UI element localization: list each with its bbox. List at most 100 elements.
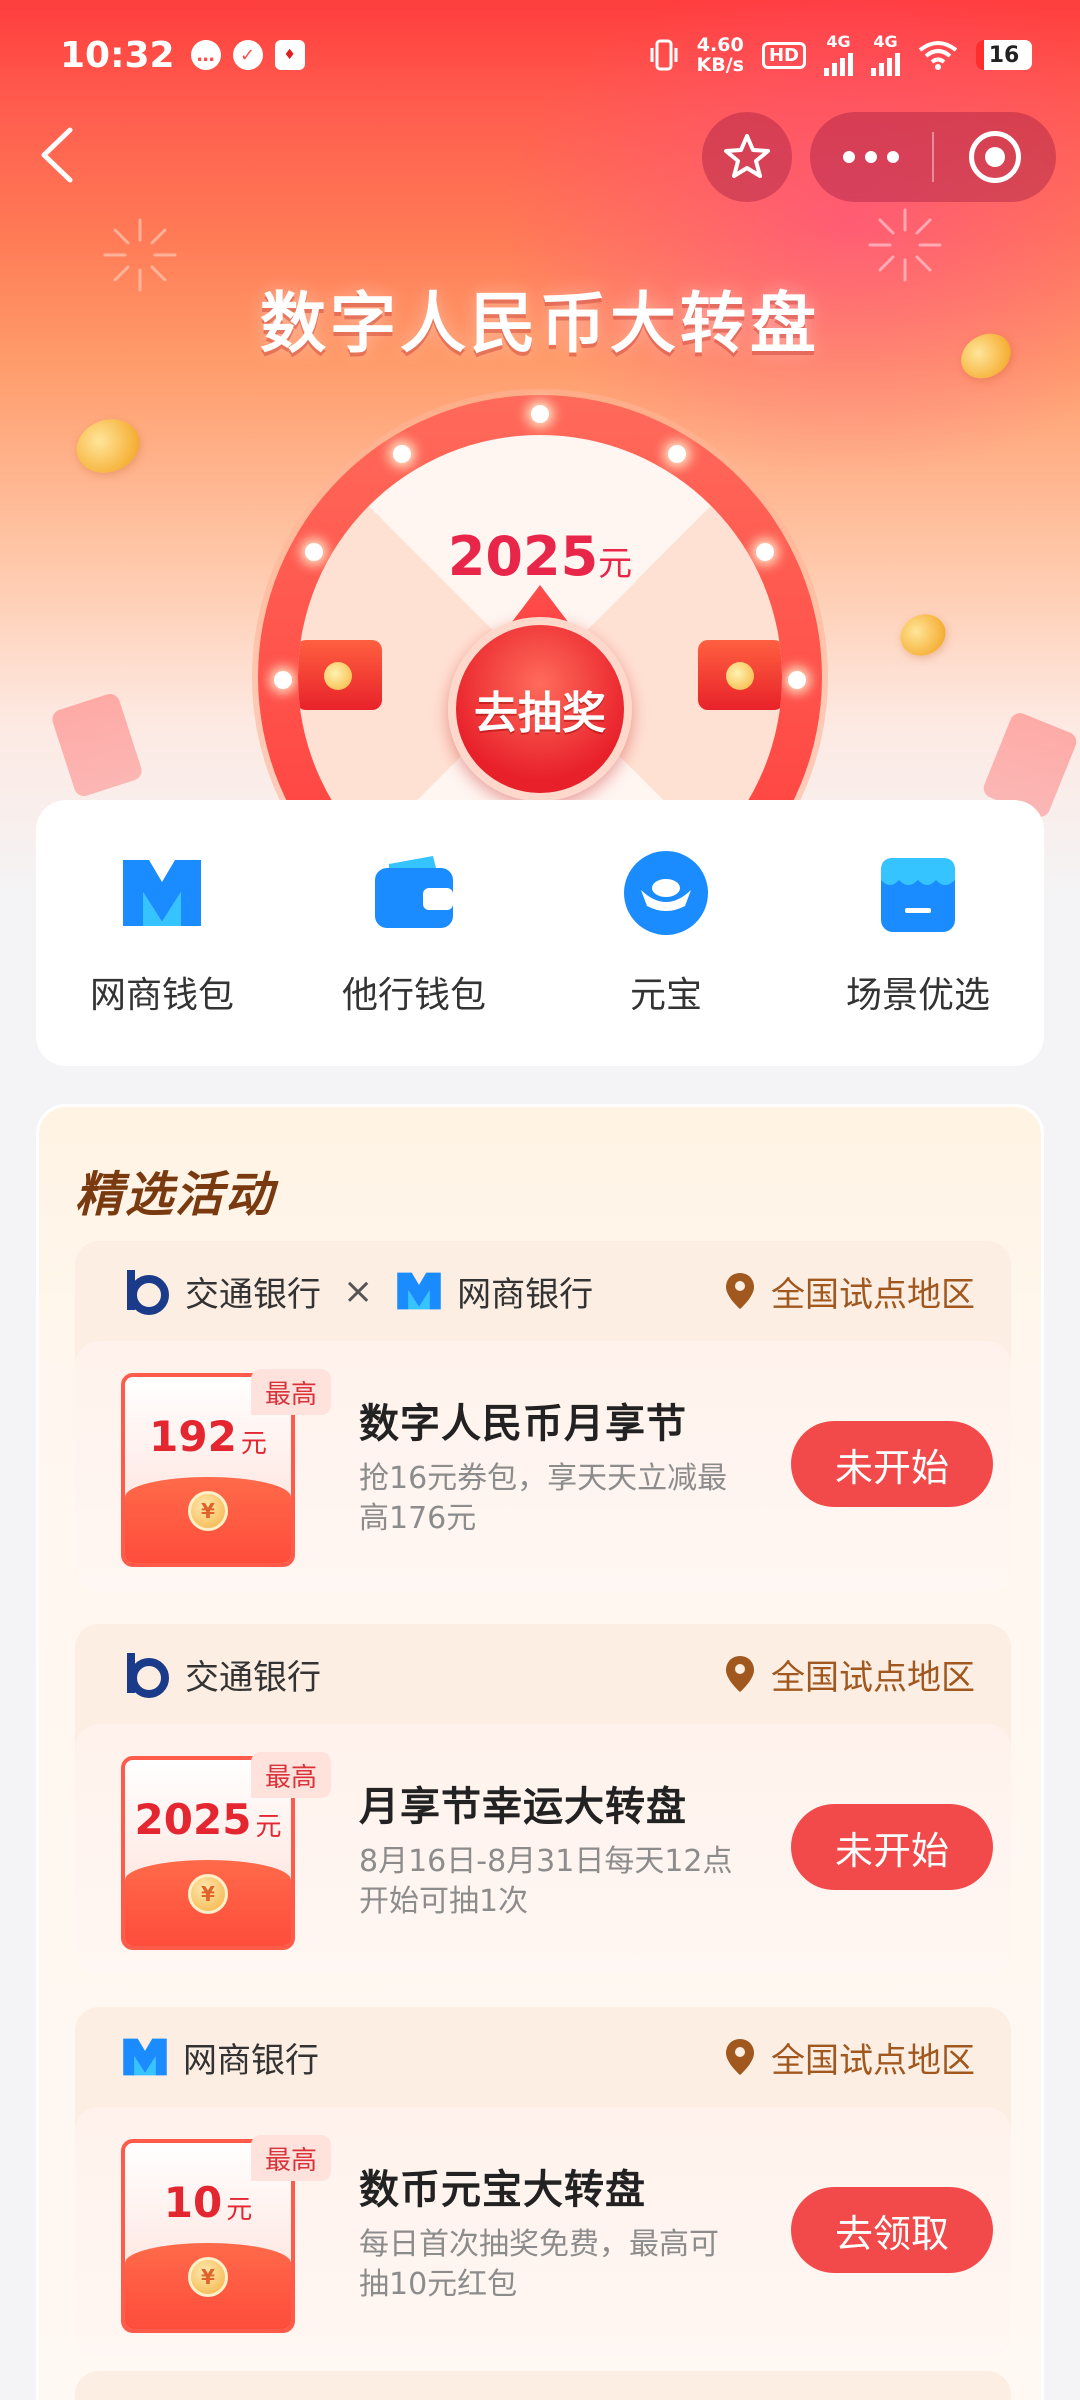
store-icon	[881, 858, 955, 932]
activity-card[interactable]: 交通银行 × 网商银行 全国试点地区 192 元 ¥ 最高 数字人民币月享节 抢…	[75, 1241, 1011, 1591]
amount-unit: 元	[240, 1428, 267, 1459]
ingot-icon	[624, 851, 708, 935]
bank-comm: 交通银行	[121, 1266, 321, 1316]
bank-comm: 交通银行	[121, 1649, 321, 1699]
activity-card[interactable]: 网商银行 全国试点地区 10 元 ¥ 最高 数币元宝大转盘 每日首次抽奖免费，最高…	[75, 2007, 1011, 2357]
mybank-logo-icon	[123, 2038, 167, 2076]
bank-name: 交通银行	[185, 1274, 321, 1315]
signal-1-label: 4G	[826, 32, 851, 51]
amount-value: 192	[149, 1411, 237, 1461]
page-title: 数字人民币大转盘	[260, 285, 820, 362]
entry-label: 网商钱包	[89, 975, 234, 1016]
activity-action-button[interactable]: 去领取	[791, 2187, 993, 2273]
activity-description: 每日首次抽奖免费，最高可抽10元红包	[359, 2227, 719, 2302]
activity-title: 数字人民币月享节	[359, 1401, 687, 1447]
net-speed-unit: KB/s	[696, 54, 744, 76]
quick-entry-card: 网商钱包 他行钱包 元宝 场景优选	[36, 800, 1044, 1066]
activity-card-header: 交通银行 全国试点地区	[75, 1624, 1011, 1724]
wheel-bulb	[274, 671, 292, 689]
bank-mybank: 网商银行	[121, 2033, 319, 2082]
entry-mybank-wallet[interactable]: 网商钱包	[36, 850, 288, 1066]
hd-badge: HD	[761, 41, 806, 69]
envelope-decoration	[49, 691, 145, 799]
section-title: 精选活动	[75, 1167, 276, 1223]
bank-name: 网商银行	[457, 1274, 594, 1315]
amount-unit: 元	[226, 2194, 253, 2225]
back-button[interactable]	[30, 120, 90, 190]
signal-2-label: 4G	[873, 32, 898, 51]
activity-location: 全国试点地区	[725, 2033, 975, 2082]
miniapp-capsule	[810, 112, 1056, 202]
location-label: 全国试点地区	[771, 1274, 975, 1315]
bocom-logo-icon	[127, 1653, 169, 1698]
network-speed: 4.60 KB/s	[697, 35, 744, 75]
yuan-coin-icon: ¥	[188, 2257, 228, 2297]
partner-cross: ×	[343, 1270, 374, 1312]
red-envelope-icon	[698, 640, 782, 710]
signal-2: 4G	[871, 34, 900, 76]
app-notification-icon: ♦	[274, 40, 305, 70]
entry-label: 场景优选	[845, 975, 990, 1016]
activity-card-body: 10 元 ¥ 最高 数币元宝大转盘 每日首次抽奖免费，最高可抽10元红包 去领取	[75, 2107, 1011, 2357]
max-tag: 最高	[251, 1752, 332, 1798]
max-tag: 最高	[251, 1369, 332, 1415]
activity-action-button[interactable]: 未开始	[791, 1421, 993, 1507]
chat-bubble-icon: …	[190, 40, 221, 70]
amount-unit: 元	[255, 1811, 282, 1842]
wifi-icon	[918, 41, 958, 70]
location-label: 全国试点地区	[771, 2040, 975, 2081]
activity-card-body: 192 元 ¥ 最高 数字人民币月享节 抢16元券包，享天天立减最高176元 未开…	[75, 1341, 1011, 1591]
target-circle-icon	[969, 131, 1021, 183]
star-icon	[724, 134, 770, 178]
status-time: 10:32	[60, 34, 175, 76]
activity-card[interactable]: 交通银行 全国试点地区 2025 元 ¥ 最高 月享节幸运大转盘 8月16日-8月…	[75, 1624, 1011, 1974]
amount-value: 2025	[134, 1794, 252, 1844]
coin-decoration	[69, 410, 147, 482]
activity-title: 月享节幸运大转盘	[359, 1784, 687, 1830]
entry-other-bank-wallet[interactable]: 他行钱包	[288, 850, 540, 1066]
activity-description: 抢16元券包，享天天立减最高176元	[359, 1461, 728, 1536]
yuan-coin-icon: ¥	[188, 1874, 228, 1914]
bank-mybank: 网商银行	[395, 1267, 593, 1316]
more-dots-icon	[843, 151, 899, 163]
more-button[interactable]	[810, 112, 932, 202]
coin-decoration	[893, 607, 953, 663]
entry-scene-selection[interactable]: 场景优选	[792, 850, 1044, 1066]
signal-bars-icon	[824, 50, 853, 76]
favorite-button[interactable]	[702, 112, 792, 202]
signal-bars-icon	[871, 50, 900, 76]
entry-label: 元宝	[629, 975, 702, 1016]
max-tag: 最高	[251, 2135, 332, 2181]
wheel-bulb	[393, 445, 411, 463]
activity-action-button[interactable]: 未开始	[791, 1804, 993, 1890]
location-pin-icon	[726, 1273, 754, 1309]
activity-title: 数币元宝大转盘	[359, 2167, 646, 2213]
signal-1: 4G	[824, 34, 853, 76]
activity-card-body: 2025 元 ¥ 最高 月享节幸运大转盘 8月16日-8月31日每天12点开始可抽…	[75, 1724, 1011, 1974]
next-activity-card-peek	[75, 2371, 1011, 2400]
entry-label: 他行钱包	[341, 975, 486, 1016]
activity-description: 8月16日-8月31日每天12点开始可抽1次	[359, 1844, 733, 1919]
battery-indicator: 16	[976, 40, 1032, 70]
activity-card-header: 网商银行 全国试点地区	[75, 2007, 1011, 2107]
wheel-prize-unit: 元	[598, 544, 633, 584]
location-pin-icon	[726, 2039, 754, 2075]
wheel-bulb	[788, 671, 806, 689]
check-circle-icon: ✓	[232, 40, 263, 70]
close-miniapp-button[interactable]	[934, 112, 1056, 202]
activity-card-header: 交通银行 × 网商银行 全国试点地区	[75, 1241, 1011, 1341]
red-envelope-icon	[298, 640, 382, 710]
wheel-prize-value: 2025	[447, 525, 599, 588]
activity-location: 全国试点地区	[725, 1650, 975, 1699]
bank-name: 网商银行	[183, 2040, 319, 2081]
activity-location: 全国试点地区	[725, 1267, 975, 1316]
status-bar: 10:32 … ✓ ♦ 4.60 KB/s HD 4G 4G 16	[0, 0, 1080, 110]
yuan-coin-icon: ¥	[188, 1491, 228, 1531]
entry-ingot[interactable]: 元宝	[540, 850, 792, 1066]
net-speed-value: 4.60	[696, 34, 744, 56]
featured-activities-section: 精选活动 交通银行 × 网商银行 全国试点地区 192 元 ¥ 最高 数字人民币…	[36, 1104, 1044, 2400]
vibrate-icon	[650, 39, 678, 71]
wallet-icon	[375, 856, 453, 928]
spin-button[interactable]: 去抽奖	[448, 617, 632, 801]
wheel-bulb	[531, 405, 549, 423]
